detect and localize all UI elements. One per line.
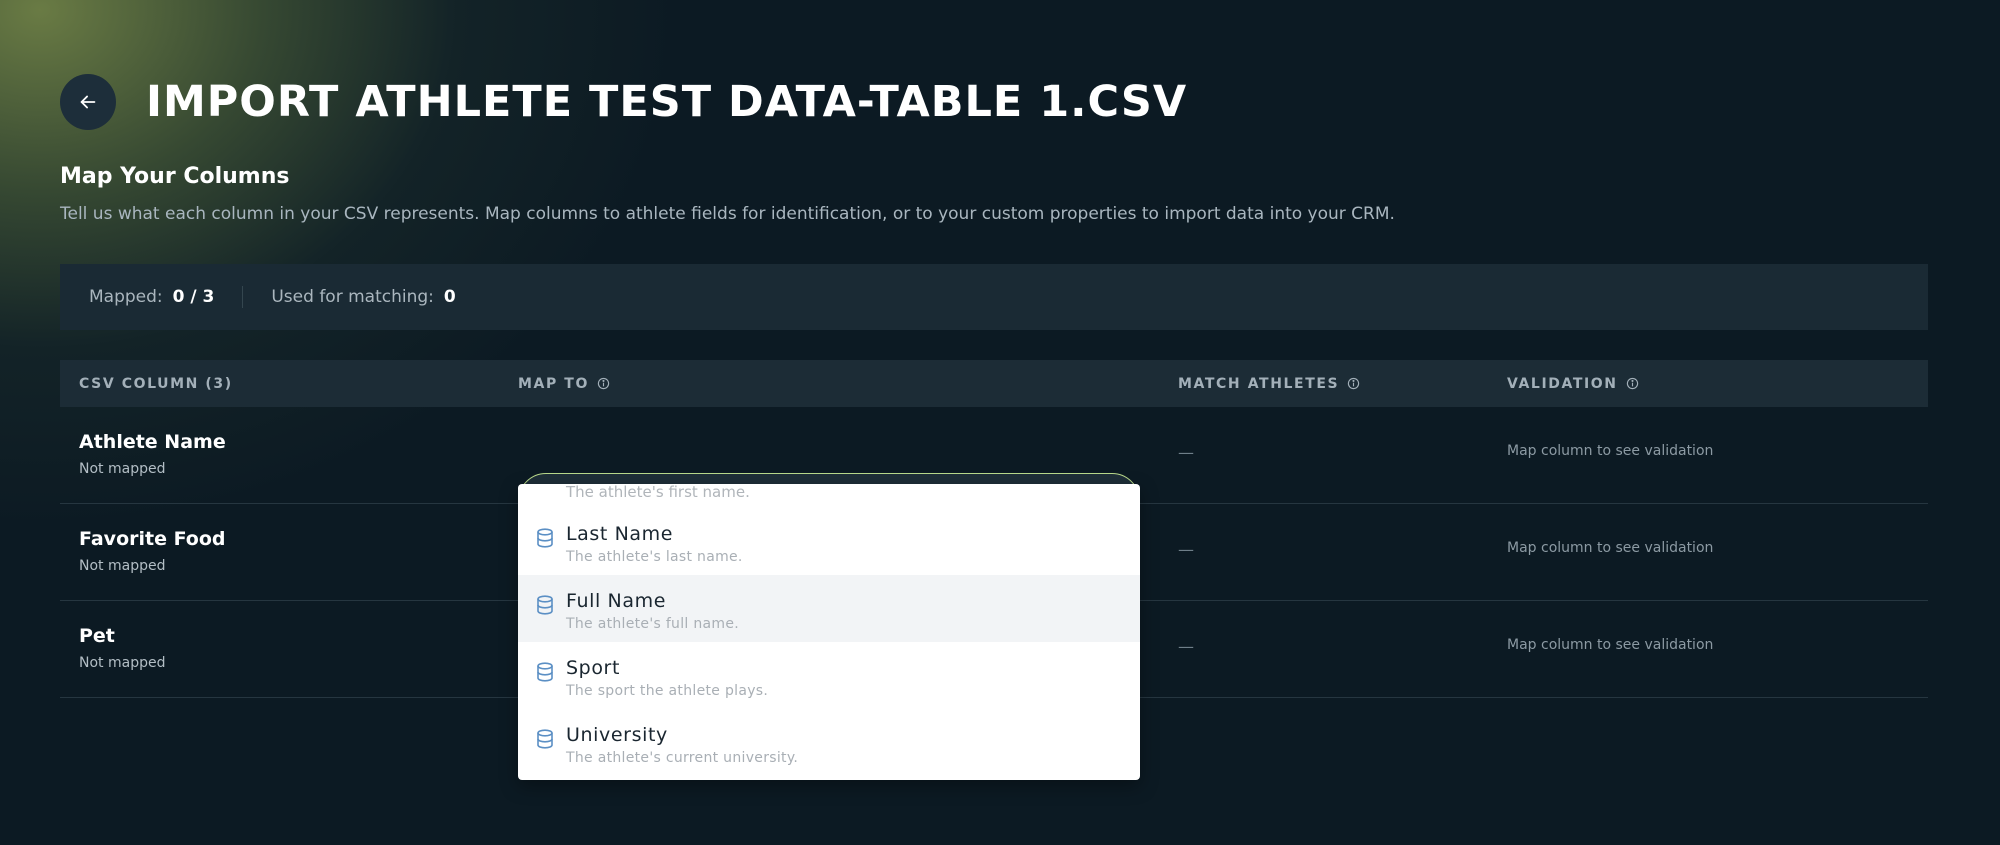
- header-validation: VALIDATION: [1507, 360, 1639, 407]
- header-match-athletes: MATCH ATHLETES: [1178, 360, 1360, 407]
- header-validation-label: VALIDATION: [1507, 375, 1618, 392]
- stats-bar: Mapped: 0 / 3 Used for matching: 0: [60, 264, 1928, 330]
- database-icon: [536, 595, 554, 619]
- database-icon: [536, 528, 554, 552]
- dropdown-item-label: Sport: [566, 657, 621, 679]
- validation-text: Map column to see validation: [1507, 637, 1714, 653]
- section-title: Map Your Columns: [60, 164, 290, 189]
- dropdown-item-full-name[interactable]: Full Name The athlete's full name.: [518, 575, 1140, 642]
- dropdown-item-university[interactable]: University The athlete's current univers…: [518, 709, 1140, 776]
- header-csv-column-label: CSV COLUMN (3): [79, 375, 233, 392]
- dropdown-item-label: Last Name: [566, 523, 674, 545]
- dropdown-item-label: University: [566, 724, 668, 746]
- mapped-label: Mapped:: [89, 287, 163, 307]
- match-athletes-value: —: [1178, 637, 1194, 656]
- matching-value: 0: [443, 287, 456, 307]
- database-icon: [536, 662, 554, 686]
- header-match-athletes-label: MATCH ATHLETES: [1178, 375, 1340, 392]
- stats-divider: [242, 286, 244, 308]
- info-icon[interactable]: [1347, 377, 1360, 390]
- validation-text: Map column to see validation: [1507, 540, 1714, 556]
- database-icon: [536, 729, 554, 753]
- page-title: IMPORT ATHLETE TEST DATA-TABLE 1.CSV: [146, 77, 1188, 127]
- section-description: Tell us what each column in your CSV rep…: [60, 204, 1395, 224]
- dropdown-item-last-name[interactable]: Last Name The athlete's last name.: [518, 508, 1140, 575]
- dropdown-item-description: The athlete's last name.: [566, 549, 743, 565]
- match-athletes-value: —: [1178, 443, 1194, 462]
- header-csv-column: CSV COLUMN (3): [79, 360, 233, 407]
- dropdown-item-description: The sport the athlete plays.: [566, 683, 769, 699]
- map-to-dropdown[interactable]: The athlete's first name. Last Name The …: [518, 484, 1140, 780]
- arrow-left-icon: [80, 95, 96, 109]
- validation-text: Map column to see validation: [1507, 443, 1714, 459]
- mapped-value: 0 / 3: [172, 287, 215, 307]
- header-map-to: MAP TO: [518, 360, 610, 407]
- dropdown-item-description: The athlete's full name.: [566, 616, 740, 632]
- dropdown-item-description: The athlete's current university.: [566, 750, 799, 766]
- table-header: CSV COLUMN (3) MAP TO MATCH ATHLETES VAL…: [60, 360, 1928, 407]
- info-icon[interactable]: [597, 377, 610, 390]
- mapping-status: Not mapped: [79, 655, 166, 671]
- mapping-status: Not mapped: [79, 461, 166, 477]
- csv-column-cell: Pet Not mapped: [79, 623, 165, 673]
- csv-column-name: Favorite Food: [79, 528, 226, 550]
- mapping-status: Not mapped: [79, 558, 166, 574]
- dropdown-item-label: Full Name: [566, 590, 666, 612]
- back-button[interactable]: [60, 74, 116, 130]
- matching-label: Used for matching:: [271, 287, 434, 307]
- import-page: IMPORT ATHLETE TEST DATA-TABLE 1.CSV Map…: [60, 0, 1928, 845]
- csv-column-name: Pet: [79, 625, 115, 647]
- dropdown-item-sport[interactable]: Sport The sport the athlete plays.: [518, 642, 1140, 709]
- header-map-to-label: MAP TO: [518, 375, 589, 392]
- info-icon[interactable]: [1626, 377, 1639, 390]
- csv-column-cell: Athlete Name Not mapped: [79, 429, 226, 479]
- dropdown-item-description: The athlete's first name.: [566, 484, 750, 501]
- match-athletes-value: —: [1178, 540, 1194, 559]
- csv-column-name: Athlete Name: [79, 431, 226, 453]
- csv-column-cell: Favorite Food Not mapped: [79, 526, 226, 576]
